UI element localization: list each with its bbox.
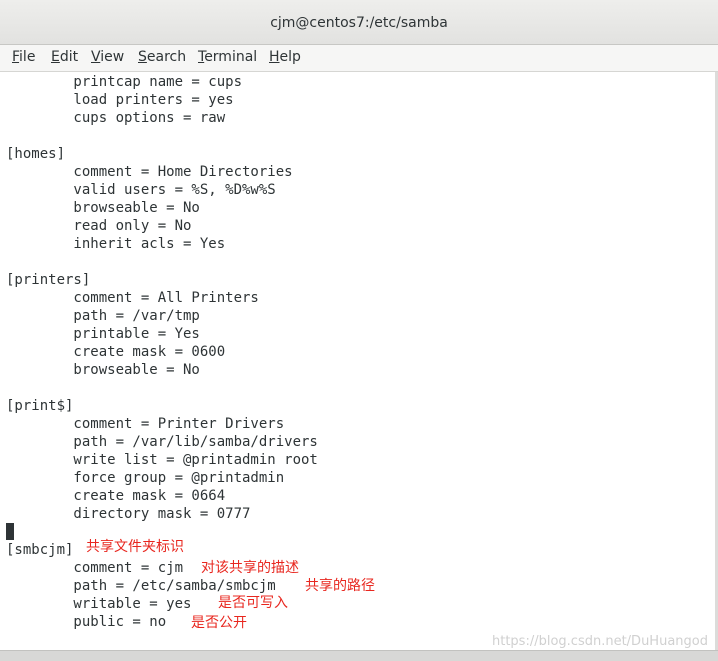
terminal-line: write list = @printadmin root <box>6 452 318 468</box>
terminal-line: valid users = %S, %D%w%S <box>6 182 276 198</box>
menu-bar: File Edit View Search Terminal Help <box>0 45 718 72</box>
terminal-line: force group = @printadmin <box>6 470 285 486</box>
terminal-line: comment = Home Directories <box>6 164 293 180</box>
terminal-line: comment = Printer Drivers <box>6 416 285 432</box>
terminal-line: printable = Yes <box>6 326 200 342</box>
terminal-line: directory mask = 0777 <box>6 506 251 522</box>
terminal-line: load printers = yes <box>6 92 234 108</box>
terminal-window: cjm@centos7:/etc/samba File Edit View Se… <box>0 0 718 661</box>
terminal-line: path = /var/tmp <box>6 308 200 324</box>
terminal-line: path = /var/lib/samba/drivers <box>6 434 318 450</box>
terminal-line: [printers] <box>6 272 91 288</box>
text-cursor <box>6 523 14 540</box>
terminal-line: create mask = 0600 <box>6 344 226 360</box>
window-bottom-edge <box>0 650 718 661</box>
terminal-line: [print$] <box>6 398 74 414</box>
terminal-line: cups options = raw <box>6 110 226 126</box>
terminal-line: browseable = No <box>6 200 200 216</box>
annotation-public: 是否公开 <box>191 615 247 631</box>
window-title: cjm@centos7:/etc/samba <box>270 15 448 31</box>
terminal-line: [homes] <box>6 146 66 162</box>
terminal-output[interactable]: printcap name = cups load printers = yes… <box>0 72 718 650</box>
terminal-line: comment = All Printers <box>6 290 259 306</box>
menu-help[interactable]: Help <box>269 49 301 65</box>
annotation-writable: 是否可写入 <box>218 595 288 611</box>
annotation-path: 共享的路径 <box>305 578 375 594</box>
menu-edit[interactable]: Edit <box>51 49 78 65</box>
terminal-line: [smbcjm] <box>6 542 74 558</box>
terminal-line: comment = cjm <box>6 560 184 576</box>
menu-view[interactable]: View <box>91 49 124 65</box>
menu-terminal[interactable]: Terminal <box>198 49 257 65</box>
annotation-comment: 对该共享的描述 <box>201 560 299 576</box>
menu-file[interactable]: File <box>12 49 35 65</box>
terminal-line: browseable = No <box>6 362 200 378</box>
terminal-line: printcap name = cups <box>6 74 243 90</box>
terminal-line: public = no <box>6 614 167 630</box>
watermark-text: https://blog.csdn.net/DuHuangod <box>492 634 708 649</box>
terminal-line: create mask = 0664 <box>6 488 226 504</box>
annotation-share-name: 共享文件夹标识 <box>86 539 184 555</box>
terminal-line: writable = yes <box>6 596 192 612</box>
terminal-line: read only = No <box>6 218 192 234</box>
terminal-line: inherit acls = Yes <box>6 236 226 252</box>
menu-search[interactable]: Search <box>138 49 186 65</box>
title-bar[interactable]: cjm@centos7:/etc/samba <box>0 0 718 45</box>
